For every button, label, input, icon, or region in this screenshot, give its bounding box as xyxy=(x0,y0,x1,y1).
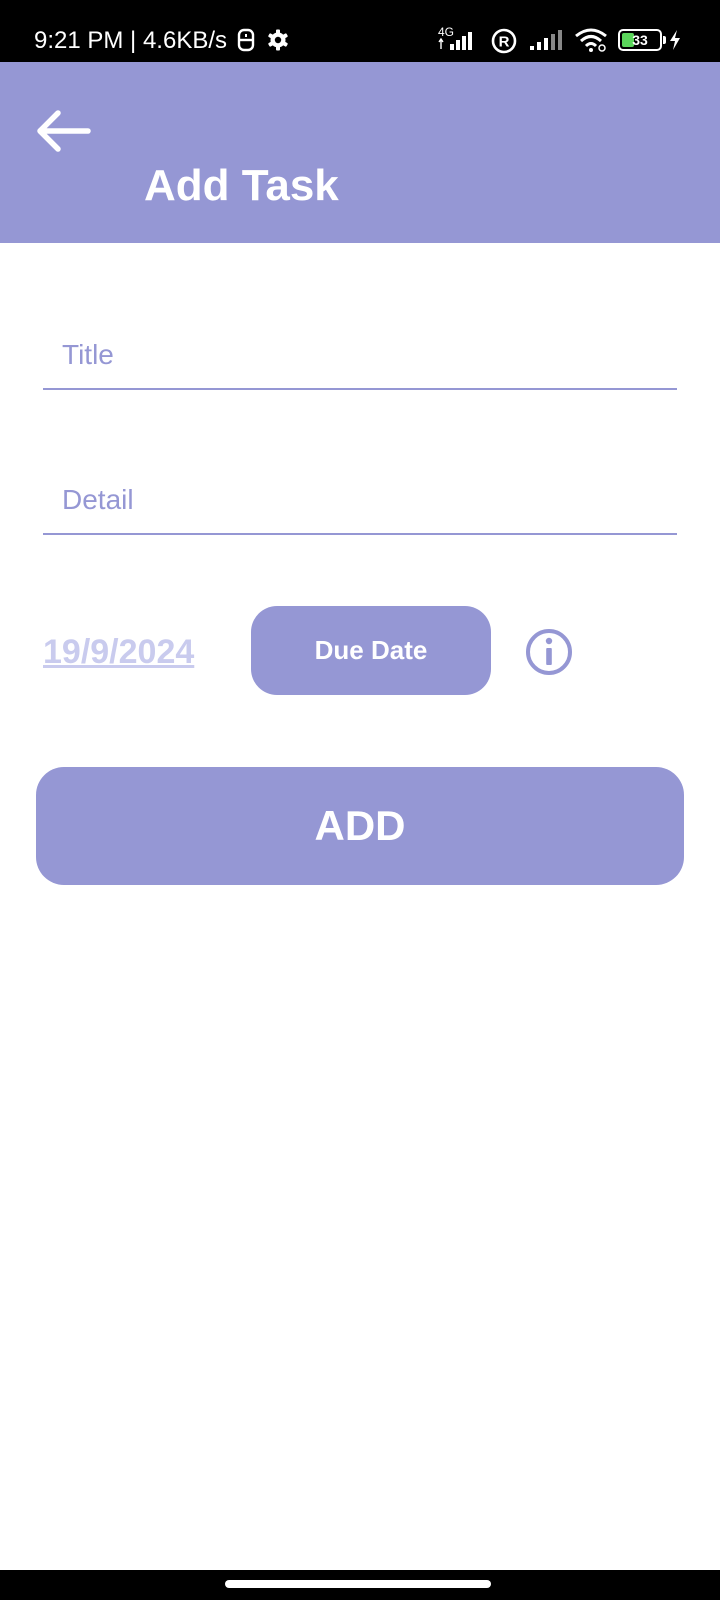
charging-bolt-icon xyxy=(670,30,680,50)
battery-icon: 33 xyxy=(618,29,666,51)
due-date-value[interactable]: 19/9/2024 xyxy=(43,629,194,675)
page-title: Add Task xyxy=(144,161,339,210)
navigation-bar xyxy=(0,1570,720,1600)
title-field xyxy=(43,322,677,390)
detail-field xyxy=(43,467,677,535)
add-button[interactable]: ADD xyxy=(36,767,684,885)
roaming-r-icon: R xyxy=(491,28,517,54)
battery-level: 33 xyxy=(632,32,648,48)
wifi-icon xyxy=(575,28,607,52)
info-button[interactable] xyxy=(524,627,574,677)
signal-4g-icon xyxy=(438,32,472,50)
app-bar xyxy=(0,62,720,243)
due-date-button[interactable]: Due Date xyxy=(251,606,491,695)
svg-text:R: R xyxy=(499,34,510,51)
home-gesture-handle[interactable] xyxy=(225,1580,491,1588)
back-arrow-icon xyxy=(37,110,91,152)
detail-input[interactable] xyxy=(43,467,677,533)
signal-icon xyxy=(530,30,562,50)
status-time: 9:21 PM | 4.6KB/s xyxy=(34,27,227,54)
usb-icon xyxy=(237,28,255,52)
title-input[interactable] xyxy=(43,322,677,388)
settings-gear-icon xyxy=(268,29,288,51)
back-button[interactable] xyxy=(28,96,98,166)
info-icon xyxy=(526,629,572,675)
status-bar: 9:21 PM | 4.6KB/s 4G R 33 xyxy=(0,0,720,62)
add-task-screen: 9:21 PM | 4.6KB/s 4G R 33 Add Task Title… xyxy=(0,0,720,1600)
